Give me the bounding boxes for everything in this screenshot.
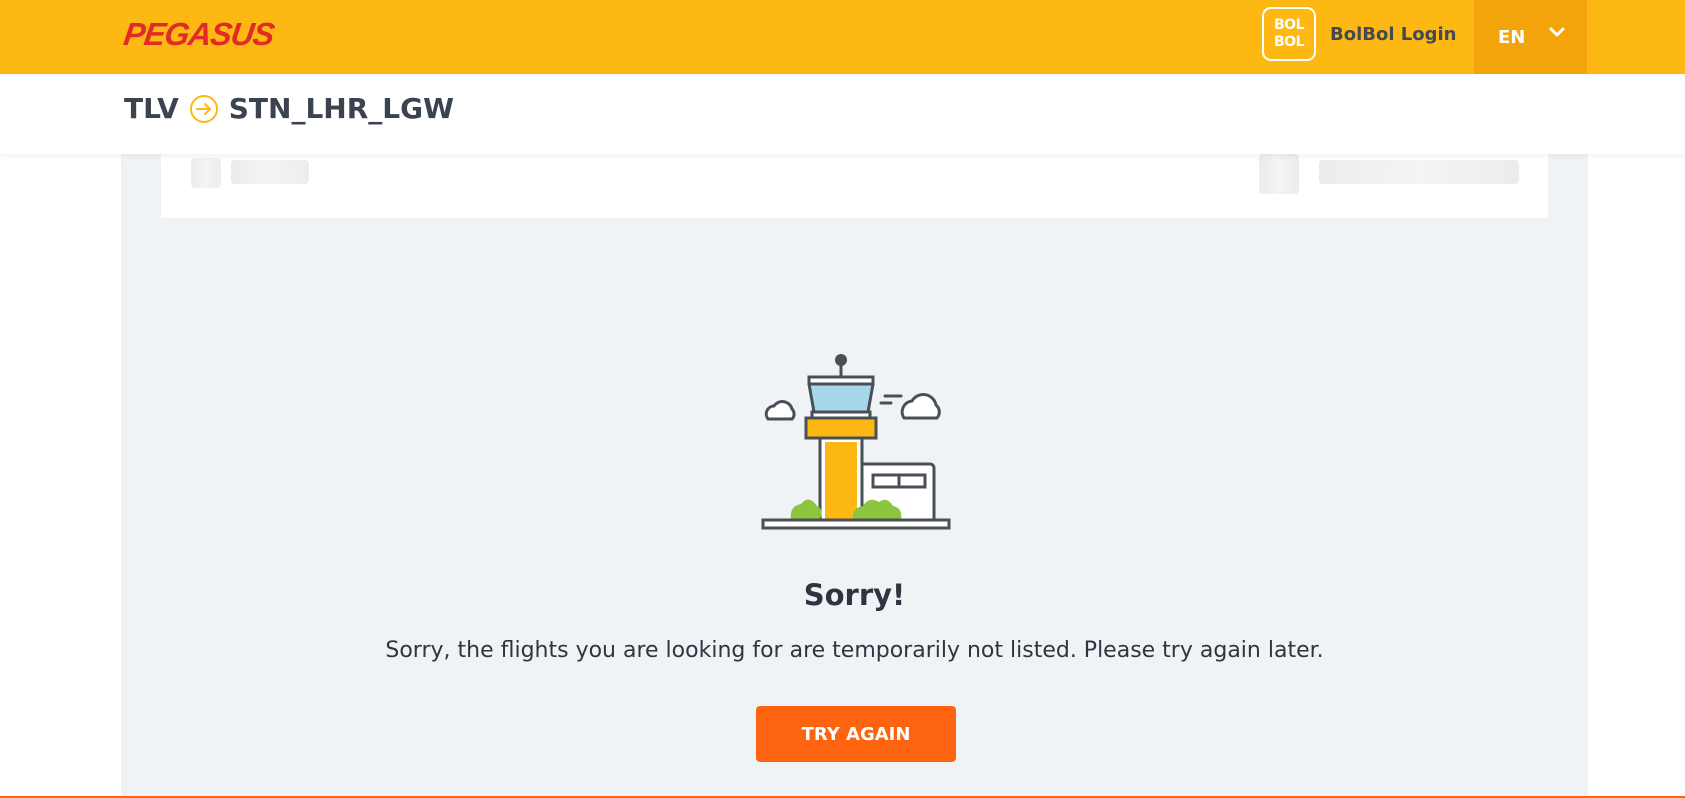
bolbol-badge-top: BOL	[1274, 17, 1305, 33]
results-area: Sorry! Sorry, the flights you are lookin…	[121, 154, 1588, 798]
error-message: Sorry, the flights you are looking for a…	[385, 638, 1324, 663]
top-header: PEGASUS BOL BOL BolBol Login EN	[0, 0, 1685, 74]
route-summary: TLV STN_LHR_LGW	[124, 92, 454, 125]
logo-text: PEGASUS	[121, 15, 277, 52]
bolbol-badge-bottom: BOL	[1274, 34, 1305, 50]
bolbol-logo-icon: BOL BOL	[1262, 7, 1316, 61]
language-selector[interactable]: EN	[1474, 0, 1587, 74]
skeleton-placeholder	[1259, 154, 1299, 194]
circle-arrow-right-icon	[189, 94, 218, 123]
bolbol-login-label: BolBol Login	[1330, 23, 1457, 45]
skeleton-placeholder	[1319, 160, 1519, 184]
pegasus-logo[interactable]: PEGASUS	[121, 14, 277, 54]
language-code: EN	[1498, 26, 1526, 48]
control-tower-illustration	[761, 354, 951, 530]
loading-skeleton-card	[161, 154, 1548, 218]
route-bar: TLV STN_LHR_LGW	[0, 74, 1685, 154]
route-destination: STN_LHR_LGW	[228, 92, 455, 125]
try-again-button[interactable]: TRY AGAIN	[756, 706, 956, 762]
route-origin: TLV	[124, 92, 179, 125]
chevron-down-icon	[1549, 27, 1565, 37]
bolbol-login-button[interactable]: BOL BOL BolBol Login	[1262, 7, 1456, 61]
error-title: Sorry!	[803, 578, 906, 612]
skeleton-placeholder	[191, 158, 221, 188]
skeleton-placeholder	[231, 160, 309, 184]
